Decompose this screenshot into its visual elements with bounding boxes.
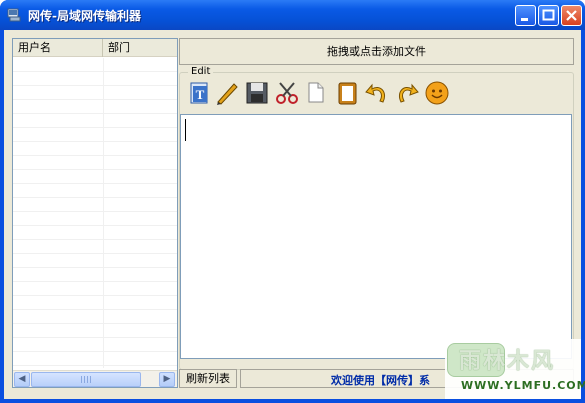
scroll-right-icon[interactable]: ▶	[159, 372, 175, 387]
text-format-icon[interactable]: T	[187, 80, 213, 106]
cut-icon[interactable]	[274, 80, 300, 106]
app-icon	[7, 8, 21, 22]
svg-text:T: T	[196, 87, 205, 102]
close-icon	[566, 10, 577, 21]
list-header: 用户名 部门	[13, 39, 177, 57]
horizontal-scrollbar[interactable]: ◀ ▶	[13, 370, 177, 387]
pen-icon[interactable]	[214, 80, 240, 106]
scroll-thumb[interactable]	[31, 372, 141, 387]
paste-icon[interactable]	[335, 80, 361, 106]
user-list-rows[interactable]	[13, 58, 177, 368]
scroll-left-icon[interactable]: ◀	[14, 372, 30, 387]
edit-group-label: Edit	[188, 66, 214, 77]
status-message: 欢迎使用【网传】系	[331, 374, 430, 387]
close-button[interactable]	[561, 5, 582, 26]
watermark-url: WWW.YLMFU.COM	[461, 379, 585, 392]
undo-icon[interactable]	[364, 80, 390, 106]
minimize-icon	[521, 18, 528, 21]
emoticon-icon[interactable]	[424, 80, 450, 106]
copy-icon[interactable]	[304, 80, 330, 106]
app-window: 网传-局域网传输利器 用户名 部门 ◀ ▶ 拖拽或点击添加文件 Edit T 刷…	[0, 0, 585, 403]
message-editor[interactable]	[180, 114, 572, 359]
window-title: 网传-局域网传输利器	[28, 9, 141, 23]
watermark: 雨林木风 WWW.YLMFU.COM	[445, 339, 585, 399]
redo-icon[interactable]	[394, 80, 420, 106]
grip-icon	[81, 376, 91, 383]
refresh-list-button[interactable]: 刷新列表	[179, 369, 237, 388]
text-caret	[185, 119, 186, 141]
add-file-button[interactable]: 拖拽或点击添加文件	[179, 38, 574, 65]
column-department[interactable]: 部门	[103, 39, 177, 57]
column-username[interactable]: 用户名	[13, 39, 103, 57]
maximize-icon	[542, 9, 555, 21]
minimize-button[interactable]	[515, 5, 536, 26]
watermark-text: 雨林木风	[459, 348, 556, 374]
title-bar[interactable]: 网传-局域网传输利器	[0, 0, 585, 30]
save-icon[interactable]	[244, 80, 270, 106]
maximize-button[interactable]	[538, 5, 559, 26]
user-list[interactable]: 用户名 部门 ◀ ▶	[12, 38, 178, 388]
